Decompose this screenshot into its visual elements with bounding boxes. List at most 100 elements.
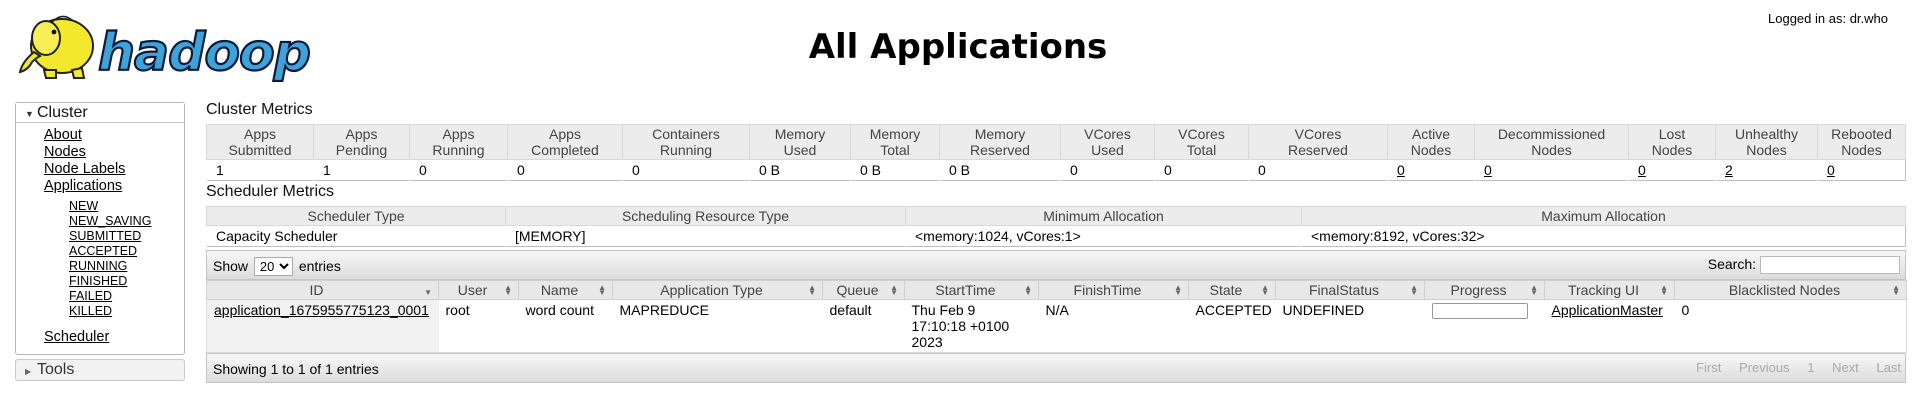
column-header[interactable]: FinishTime ▲ ▼ [1038, 280, 1189, 300]
table-footer: Showing 1 to 1 of 1 entries First Previo… [206, 353, 1906, 383]
column-header-label: Progress [1450, 281, 1507, 298]
cluster-metric-header: Containers Running [622, 124, 750, 160]
sort-icon: ▲ ▼ [598, 283, 606, 297]
column-header[interactable]: Tracking UI ▲ ▼ [1544, 280, 1675, 300]
nav-state-finished-link[interactable]: FINISHED [69, 274, 127, 288]
cluster-metric-header-line: Completed [531, 142, 599, 158]
cluster-metric-header-line: Unhealthy [1734, 126, 1799, 142]
cluster-metric-header-line: VCores [1084, 126, 1131, 142]
nav-state-running-link[interactable]: RUNNING [69, 259, 127, 273]
nav-state-killed-link[interactable]: KILLED [69, 304, 112, 318]
column-header[interactable]: ID ▼ [206, 280, 439, 300]
pager-next-button[interactable]: Next [1832, 360, 1859, 375]
cluster-metric-header: Memory Used [749, 124, 851, 160]
nav-state-failed-link[interactable]: FAILED [69, 289, 112, 303]
scheduler-type-value: Capacity Scheduler [206, 225, 506, 247]
progress-bar [1431, 303, 1528, 319]
app-state-cell: ACCEPTED [1195, 302, 1272, 318]
nav-about-link[interactable]: About [44, 127, 82, 143]
column-header[interactable]: StartTime ▲ ▼ [904, 280, 1039, 300]
pager-page-button[interactable]: 1 [1807, 360, 1814, 375]
column-header-label: Name [540, 281, 579, 298]
cluster-metric-header-line: Apps [244, 126, 276, 142]
column-header-label: Tracking UI [1567, 281, 1640, 298]
cluster-metric-link[interactable]: 0 [1397, 162, 1405, 178]
column-header[interactable]: Queue ▲ ▼ [822, 280, 905, 300]
cluster-metric-header: Decommissioned Nodes [1474, 124, 1629, 160]
column-header[interactable]: User ▲ ▼ [438, 280, 519, 300]
cluster-metric-header-line: Nodes [1841, 142, 1882, 158]
cluster-metric-header-line: Apps [549, 126, 581, 142]
tools-nav-toggle[interactable]: ▶ Tools [15, 359, 185, 381]
page-size-select[interactable]: 20 [253, 257, 293, 276]
app-blacklisted-nodes-cell: 0 [1681, 302, 1690, 318]
maximum-allocation-value: <memory:8192, vCores:32> [1301, 225, 1906, 247]
cluster-metric-link[interactable]: 0 [1484, 162, 1492, 178]
sort-icon: ▲ ▼ [1024, 283, 1032, 297]
column-header[interactable]: State ▲ ▼ [1188, 280, 1276, 300]
column-header[interactable]: Progress ▲ ▼ [1424, 280, 1545, 300]
maximum-allocation-header: Maximum Allocation [1301, 206, 1906, 226]
scheduling-resource-type-header: Scheduling Resource Type [505, 206, 906, 226]
cluster-metric-header-line: Memory [774, 126, 826, 142]
pager-previous-button[interactable]: Previous [1739, 360, 1790, 375]
cluster-metric-header-line: Reserved [970, 142, 1030, 158]
cluster-nav-box: ▼ Cluster About Nodes Node Labels Applica… [15, 102, 185, 355]
column-header[interactable]: Blacklisted Nodes ▲ ▼ [1674, 280, 1907, 300]
cluster-metric-value: 0 B [850, 159, 940, 181]
nav-state-submitted-link[interactable]: SUBMITTED [69, 229, 141, 243]
column-header[interactable]: Application Type ▲ ▼ [612, 280, 823, 300]
cluster-metrics-header-row: Apps Submitted Apps Pending Apps Running Apps C… [206, 124, 1906, 160]
scheduler-metrics-table: Scheduler Type Scheduling Resource Type … [206, 206, 1906, 247]
pager-last-button[interactable]: Last [1876, 360, 1901, 375]
tracking-ui-link[interactable]: ApplicationMaster [1552, 302, 1663, 318]
cluster-metric-value: 1 [313, 159, 410, 181]
app-start-time-cell: Thu Feb 9 17:10:18 +0100 2023 [911, 302, 1010, 350]
cluster-metric-header-line: Total [880, 142, 910, 158]
pager-first-button[interactable]: First [1696, 360, 1721, 375]
cluster-metric-header-line: Apps [345, 126, 378, 142]
cluster-metrics-value-row: 110000 B0 B0 B00000020 [206, 159, 1906, 181]
cluster-metric-header-line: Submitted [228, 142, 292, 158]
entries-label: entries [298, 258, 341, 274]
nav-node-labels-link[interactable]: Node Labels [44, 161, 125, 177]
cluster-metric-header-line: Running [432, 142, 485, 158]
triangle-down-icon: ▼ [25, 109, 34, 119]
minimum-allocation-value: <memory:1024, vCores:1> [905, 225, 1302, 247]
cluster-metric-value: 1 [206, 159, 314, 181]
page-title: All Applications [808, 27, 1108, 67]
nav-scheduler-link[interactable]: Scheduler [44, 329, 109, 345]
cluster-metric-header: VCores Reserved [1248, 124, 1388, 160]
cluster-metric-header: VCores Used [1060, 124, 1155, 160]
cluster-metric-header: Memory Reserved [939, 124, 1061, 160]
cluster-metric-link[interactable]: 2 [1725, 162, 1733, 178]
cluster-metric-value: 0 [1060, 159, 1155, 181]
nav-state-new-link[interactable]: NEW [69, 199, 98, 213]
cluster-metric-header: VCores Total [1154, 124, 1249, 160]
nav-state-accepted-link[interactable]: ACCEPTED [69, 244, 137, 258]
sort-icon: ▲ ▼ [1261, 283, 1269, 297]
app-id-link[interactable]: application_1675955775123_0001 [214, 302, 429, 318]
nav-state-new-saving-link[interactable]: NEW_SAVING [69, 214, 151, 228]
column-header[interactable]: FinalStatus ▲ ▼ [1275, 280, 1425, 300]
column-header[interactable]: Name ▲ ▼ [518, 280, 613, 300]
cluster-metric-header-line: Containers [652, 126, 720, 142]
header: hadoop All Applications Logged in as: dr… [0, 0, 1916, 100]
cluster-metric-value: 0 [1474, 159, 1629, 181]
cluster-metric-header-line: Memory [869, 126, 921, 142]
cluster-nav-toggle[interactable]: ▼ Cluster [16, 103, 184, 123]
search-input[interactable] [1760, 256, 1900, 275]
cluster-metric-header-line: Lost [1658, 126, 1686, 142]
cluster-metric-header: Active Nodes [1387, 124, 1475, 160]
cluster-metric-value: 0 [1628, 159, 1716, 181]
cluster-metric-link[interactable]: 0 [1638, 162, 1646, 178]
minimum-allocation-header: Minimum Allocation [905, 206, 1302, 226]
app-progress-cell [1425, 300, 1545, 353]
nav-nodes-link[interactable]: Nodes [44, 144, 86, 160]
cluster-metric-link[interactable]: 0 [1827, 162, 1835, 178]
table-info: Showing 1 to 1 of 1 entries [213, 361, 379, 377]
app-id-cell: application_1675955775123_0001 [206, 299, 439, 353]
sort-icon: ▲ ▼ [1174, 283, 1182, 297]
nav-applications-link[interactable]: Applications [44, 178, 122, 194]
app-tracking-ui-cell: ApplicationMaster [1545, 300, 1675, 353]
